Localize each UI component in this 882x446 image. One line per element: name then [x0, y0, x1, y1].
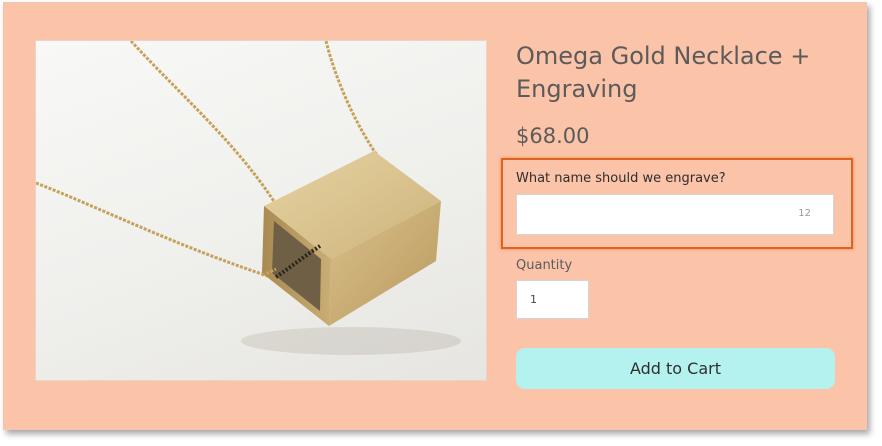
product-card: Omega Gold Necklace + Engraving $68.00 W…: [3, 2, 867, 430]
engraving-field[interactable]: 12: [516, 194, 834, 235]
add-to-cart-button[interactable]: Add to Cart: [516, 348, 835, 389]
engraving-input[interactable]: [517, 195, 807, 234]
product-price: $68.00: [516, 124, 590, 148]
necklace-image-graphic: [36, 41, 461, 355]
quantity-label: Quantity: [516, 258, 573, 273]
product-image: [35, 40, 487, 381]
quantity-input[interactable]: [517, 281, 588, 318]
quantity-field[interactable]: [516, 280, 589, 319]
product-title: Omega Gold Necklace + Engraving: [516, 42, 811, 103]
char-limit-counter: 12: [798, 208, 811, 219]
engraving-label: What name should we engrave?: [516, 171, 726, 186]
